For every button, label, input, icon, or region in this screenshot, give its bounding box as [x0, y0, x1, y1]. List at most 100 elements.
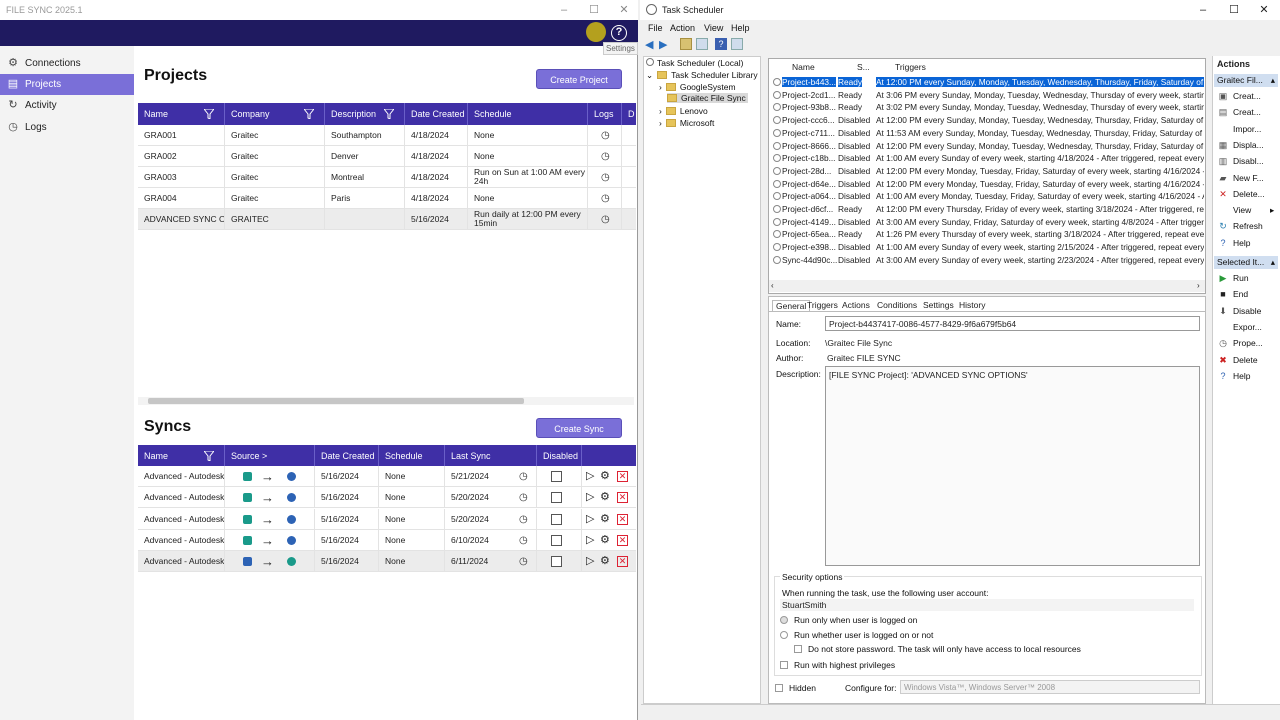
checkbox-highest-privileges[interactable]: Run with highest privileges	[780, 660, 895, 670]
table-row[interactable]: Advanced - Autodesk → 5/16/2024 None 5/21/20…	[138, 466, 636, 487]
table-row[interactable]: Advanced - Autodesk → 5/16/2024 None 6/10/20…	[138, 530, 636, 551]
menu-action[interactable]: Action	[670, 23, 695, 33]
scroll-right-icon[interactable]: ›	[1197, 281, 1200, 290]
help-icon[interactable]: ?	[611, 25, 627, 41]
minimize-icon[interactable]: –	[557, 3, 571, 17]
delete-icon[interactable]: ✕	[617, 535, 628, 546]
history-icon[interactable]: ◷	[519, 509, 528, 530]
run-icon[interactable]: ▷	[586, 551, 594, 572]
radio-run-logged-on[interactable]: Run only when user is logged on	[780, 615, 917, 625]
list-header-status[interactable]: S...	[857, 62, 870, 72]
disabled-checkbox[interactable]	[551, 514, 562, 525]
action-help[interactable]: ? Help	[1218, 238, 1250, 248]
task-row[interactable]: Project-b443... Ready At 12:00 PM every Su…	[770, 76, 1204, 89]
up-folder-icon[interactable]	[680, 38, 692, 50]
history-icon[interactable]: ◷	[588, 167, 622, 188]
disabled-checkbox[interactable]	[551, 535, 562, 546]
close-icon[interactable]: ✕	[617, 3, 631, 17]
filter-icon[interactable]	[304, 109, 314, 119]
table-row[interactable]: Advanced - Autodesk → 5/16/2024 None 5/20/20…	[138, 509, 636, 530]
create-sync-button[interactable]: Create Sync	[536, 418, 622, 438]
settings-gear-icon[interactable]: ⚙	[600, 551, 610, 572]
column-header-source-destination[interactable]: Source > Destination	[225, 445, 315, 483]
tree-folder-microsoft[interactable]: › Microsoft	[659, 118, 714, 128]
forward-icon[interactable]: ▶	[659, 38, 671, 51]
tree-library[interactable]: ⌄ Task Scheduler Library	[646, 70, 758, 81]
task-row[interactable]: Project-c18b... Disabled At 1:00 AM every …	[770, 152, 1204, 165]
sidebar-item-connections[interactable]: ⚙ Connections	[0, 53, 134, 74]
tab-history[interactable]: History	[959, 300, 985, 310]
radio-run-whether[interactable]: Run whether user is logged on or not	[780, 630, 933, 640]
table-row[interactable]: ADVANCED SYNC OPTIONS GRAITEC 5/16/2024 …	[138, 209, 636, 230]
configure-select[interactable]: Windows Vista™, Windows Server™ 2008	[900, 680, 1200, 694]
column-header-schedule[interactable]: Schedule	[468, 103, 588, 125]
table-row[interactable]: GRA004 Graitec Paris 4/18/2024 None ◷	[138, 188, 636, 209]
history-icon[interactable]: ◷	[519, 551, 528, 572]
name-field[interactable]: Project-b4437417-0086-4577-8429-9f6a679f…	[825, 316, 1200, 331]
task-row[interactable]: Project-ccc6... Disabled At 12:00 PM every…	[770, 114, 1204, 127]
tree-folder-lenovo[interactable]: › Lenovo	[659, 106, 708, 116]
tab-conditions[interactable]: Conditions	[877, 300, 917, 310]
task-row[interactable]: Project-a064... Disabled At 1:00 AM every …	[770, 190, 1204, 203]
sidebar-item-logs[interactable]: ◷ Logs	[0, 117, 134, 138]
description-field[interactable]: [FILE SYNC Project]: 'ADVANCED SYNC OPTI…	[825, 366, 1200, 566]
action-creat[interactable]: ▤ Creat...	[1218, 107, 1261, 118]
action-refresh[interactable]: ↻ Refresh	[1218, 221, 1263, 232]
history-icon[interactable]: ◷	[519, 530, 528, 551]
run-icon[interactable]: ▷	[586, 466, 594, 487]
delete-icon[interactable]: ✕	[617, 471, 628, 482]
run-icon[interactable]: ▷	[586, 509, 594, 530]
task-row[interactable]: Project-8666... Disabled At 12:00 PM every…	[770, 140, 1204, 153]
back-icon[interactable]: ◀	[645, 38, 657, 51]
action-impor[interactable]: Impor...	[1218, 124, 1261, 134]
history-icon[interactable]: ◷	[588, 188, 622, 209]
scroll-left-icon[interactable]: ‹	[771, 281, 774, 290]
history-icon[interactable]: ◷	[588, 209, 622, 230]
task-row[interactable]: Project-d64e... Disabled At 12:00 PM every…	[770, 178, 1204, 191]
run-icon[interactable]: ▷	[586, 487, 594, 508]
filter-icon[interactable]	[384, 109, 394, 119]
table-row[interactable]: GRA001 Graitec Southampton 4/18/2024 Non…	[138, 125, 636, 146]
column-header-schedule[interactable]: Schedule	[379, 445, 445, 467]
action-displa[interactable]: ▦ Displa...	[1218, 140, 1264, 151]
menu-view[interactable]: View	[704, 23, 723, 33]
help-book-icon[interactable]: ?	[715, 38, 727, 50]
filter-icon[interactable]	[204, 451, 214, 461]
task-row[interactable]: Project-93b8... Ready At 3:02 PM every Sun…	[770, 101, 1204, 114]
table-row[interactable]: Advanced - Autodesk → 5/16/2024 None 5/20/20…	[138, 487, 636, 508]
history-icon[interactable]: ◷	[588, 125, 622, 146]
tree-folder-googlesystem[interactable]: › GoogleSystem	[659, 82, 736, 92]
actions-group-selected[interactable]: Selected It... ▴	[1214, 256, 1278, 269]
column-header-date-created[interactable]: Date Created	[315, 445, 379, 467]
delete-icon[interactable]: ✕	[617, 514, 628, 525]
action-creat[interactable]: ▣ Creat...	[1218, 91, 1261, 102]
maximize-icon[interactable]: ☐	[587, 3, 601, 17]
action-disable[interactable]: ⬇ Disable	[1218, 306, 1261, 317]
maximize-icon[interactable]: ☐	[1227, 3, 1241, 17]
settings-user-icon[interactable]	[586, 22, 606, 42]
minimize-icon[interactable]: –	[1196, 3, 1210, 17]
column-header-disabled[interactable]: Disabled	[537, 445, 582, 467]
settings-gear-icon[interactable]: ⚙	[600, 509, 610, 530]
action-help[interactable]: ? Help	[1218, 371, 1250, 381]
action-prope[interactable]: ◷ Prope...	[1218, 338, 1263, 349]
checkbox-hidden[interactable]: Hidden	[775, 683, 816, 693]
history-icon[interactable]: ◷	[519, 487, 528, 508]
action-view[interactable]: View ▸	[1218, 205, 1274, 215]
action-disabl[interactable]: ▥ Disabl...	[1218, 156, 1264, 167]
run-icon[interactable]: ▷	[586, 530, 594, 551]
task-row[interactable]: Project-28d... Disabled At 12:00 PM every …	[770, 165, 1204, 178]
task-row[interactable]: Project-c711... Disabled At 11:53 AM every…	[770, 127, 1204, 140]
table-row[interactable]: Advanced - Autodesk → 5/16/2024 None 6/11/20…	[138, 551, 636, 572]
disabled-checkbox[interactable]	[551, 492, 562, 503]
action-newf[interactable]: ▰ New F...	[1218, 173, 1264, 184]
horizontal-scrollbar[interactable]	[138, 397, 634, 405]
checkbox-no-store-password[interactable]: Do not store password. The task will onl…	[794, 644, 1081, 654]
tree-folder-graitec[interactable]: Graitec File Sync	[667, 93, 748, 103]
show-hide-tree-icon[interactable]	[696, 38, 708, 50]
action-expor[interactable]: Expor...	[1218, 322, 1262, 332]
delete-icon[interactable]: ✕	[617, 492, 628, 503]
close-icon[interactable]: ✕	[1257, 3, 1271, 17]
table-row[interactable]: GRA003 Graitec Montreal 4/18/2024 Run on…	[138, 167, 636, 188]
task-row[interactable]: Sync-44d90c... Disabled At 3:00 AM every S…	[770, 254, 1204, 267]
